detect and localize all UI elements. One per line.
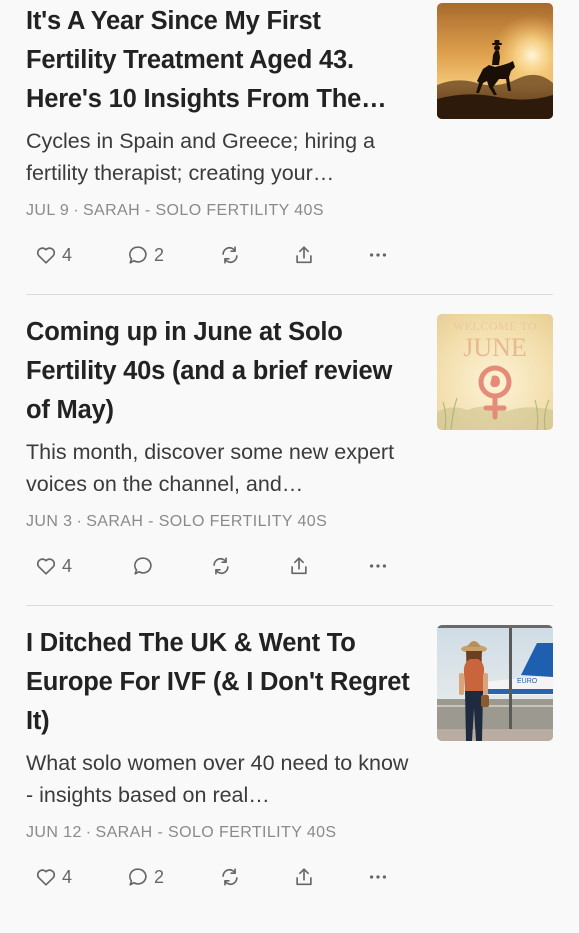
heart-icon <box>36 558 56 575</box>
comment-count: 2 <box>154 866 165 887</box>
post-date: JUL 9 <box>26 202 70 219</box>
share-icon <box>291 557 307 575</box>
post-date: JUN 3 <box>26 513 73 530</box>
restack-button[interactable] <box>219 240 241 270</box>
more-button[interactable] <box>367 240 389 270</box>
post-title[interactable]: I Ditched The UK & Went To Europe For IV… <box>26 624 416 741</box>
post-card[interactable]: I Ditched The UK & Went To Europe For IV… <box>0 622 579 933</box>
meta-separator: · <box>85 824 92 841</box>
like-count: 4 <box>62 555 73 576</box>
post-meta: JUN 3 · SARAH - SOLO FERTILITY 40S <box>26 512 426 532</box>
post-actions: 4 2 <box>0 862 579 892</box>
share-button[interactable] <box>293 240 315 270</box>
welcome-to-june-image[interactable]: WELCOME TO JUNE <box>437 314 553 430</box>
post-author[interactable]: SARAH - SOLO FERTILITY 40S <box>83 202 324 219</box>
heart-icon <box>36 869 56 886</box>
restack-icon <box>222 868 238 886</box>
post-subtitle: Cycles in Spain and Greece; hiring a fer… <box>26 129 375 185</box>
post-date: JUN 12 <box>26 824 82 841</box>
like-button[interactable]: 4 <box>35 240 72 270</box>
post-card[interactable]: Coming up in June at Solo Fertility 40s … <box>0 311 579 622</box>
post-divider <box>26 605 553 606</box>
share-icon <box>296 868 312 886</box>
post-meta: JUL 9 · SARAH - SOLO FERTILITY 40S <box>26 201 426 221</box>
plane-label: EURO <box>517 678 538 685</box>
more-icon <box>369 875 387 879</box>
post-meta: JUN 12 · SARAH - SOLO FERTILITY 40S <box>26 823 426 843</box>
post-divider <box>26 294 553 295</box>
meta-separator: · <box>73 202 79 219</box>
comment-icon <box>129 246 147 264</box>
share-button[interactable] <box>288 551 310 581</box>
heart-icon <box>36 247 56 264</box>
restack-icon <box>213 557 229 575</box>
post-title[interactable]: Coming up in June at Solo Fertility 40s … <box>26 313 416 430</box>
comment-icon <box>134 557 152 575</box>
post-subtitle: This month, discover some new expert voi… <box>26 440 395 496</box>
more-button[interactable] <box>367 862 389 892</box>
post-author[interactable]: SARAH - SOLO FERTILITY 40S <box>86 513 327 530</box>
more-icon <box>369 253 387 257</box>
like-count: 4 <box>62 866 73 887</box>
post-subtitle: What solo women over 40 need to know - i… <box>26 751 409 807</box>
comment-button[interactable] <box>132 551 159 581</box>
more-icon <box>369 564 387 568</box>
airport-traveler-image[interactable]: EURO <box>437 625 553 741</box>
comment-button[interactable]: 2 <box>127 862 164 892</box>
post-card[interactable]: It's A Year Since My First Fertility Tre… <box>0 0 579 311</box>
share-button[interactable] <box>293 862 315 892</box>
comment-icon <box>129 868 147 886</box>
post-feed: It's A Year Since My First Fertility Tre… <box>0 0 579 900</box>
restack-icon <box>222 246 238 264</box>
thumb-line1: WELCOME TO <box>453 319 537 333</box>
share-icon <box>296 246 312 264</box>
post-actions: 4 <box>0 551 579 581</box>
more-button[interactable] <box>367 551 389 581</box>
like-count: 4 <box>62 244 73 265</box>
post-author[interactable]: SARAH - SOLO FERTILITY 40S <box>96 824 337 841</box>
cowboy-sunset-image[interactable] <box>437 3 553 119</box>
thumb-line2: JUNE <box>463 333 527 362</box>
comment-count: 2 <box>154 244 165 265</box>
restack-button[interactable] <box>219 862 241 892</box>
post-title[interactable]: It's A Year Since My First Fertility Tre… <box>26 2 416 119</box>
like-button[interactable]: 4 <box>35 551 72 581</box>
comment-button[interactable]: 2 <box>127 240 164 270</box>
restack-button[interactable] <box>210 551 232 581</box>
post-actions: 4 2 <box>0 240 579 270</box>
like-button[interactable]: 4 <box>35 862 72 892</box>
meta-separator: · <box>76 513 83 530</box>
